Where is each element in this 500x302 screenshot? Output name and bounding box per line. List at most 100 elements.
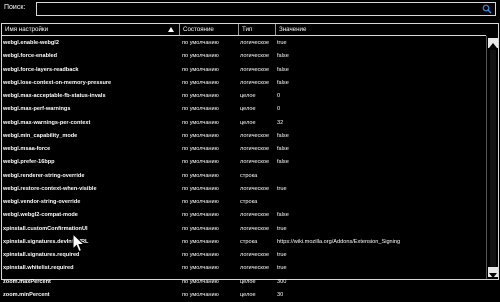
table-row[interactable]: webgl.webgl2-compat-mode по умолчанию ло…: [2, 209, 486, 222]
pref-type: целое: [240, 291, 256, 298]
pref-type: логическое: [240, 225, 270, 232]
scroll-thumb[interactable]: [490, 50, 496, 276]
table-row[interactable]: webgl.restore-context-when-visible по ум…: [2, 183, 486, 196]
table-row[interactable]: xpinstall.whitelist.required по умолчани…: [2, 262, 486, 275]
pref-state: по умолчанию: [182, 146, 219, 152]
pref-name: zoom.maxPercent: [3, 278, 51, 285]
pref-value: false: [277, 132, 289, 139]
pref-value: false: [277, 66, 289, 73]
pref-value: false: [277, 79, 289, 86]
pref-type: логическое: [240, 40, 270, 46]
scroll-up-button[interactable]: [488, 38, 498, 48]
pref-state: по умолчанию: [182, 238, 219, 245]
pref-state: по умолчанию: [182, 53, 219, 60]
pref-value: false: [277, 146, 289, 152]
table-row[interactable]: webgl.vendor-string-override по умолчани…: [2, 196, 486, 209]
table-row[interactable]: webgl.max-acceptable-fb-status-invals по…: [2, 90, 486, 103]
scroll-down-button[interactable]: [488, 267, 498, 278]
table-row[interactable]: webgl.min_capability_mode по умолчанию л…: [2, 130, 486, 143]
pref-state: по умолчанию: [182, 291, 219, 298]
pref-name: webgl.renderer-string-override: [3, 172, 85, 179]
pref-state: по умолчанию: [182, 172, 219, 179]
search-bar: Поиск:: [0, 0, 500, 20]
search-icon[interactable]: [482, 4, 492, 14]
table-row[interactable]: webgl.force-enabled по умолчанию логичес…: [2, 50, 486, 63]
column-header-type[interactable]: Тип: [238, 24, 275, 35]
pref-name: webgl.max-perf-warnings: [3, 106, 71, 113]
pref-value: false: [277, 53, 289, 60]
column-header-type-label: Тип: [242, 26, 253, 33]
pref-state: по умолчанию: [182, 252, 219, 258]
pref-state: по умолчанию: [182, 132, 219, 139]
pref-value: 300: [277, 278, 287, 285]
table-row[interactable]: webgl.prefer-16bpp по умолчанию логическ…: [2, 156, 486, 169]
pref-type: логическое: [240, 146, 270, 152]
pref-type: строка: [240, 199, 258, 205]
pref-value: [277, 196, 482, 209]
table-row[interactable]: webgl.enable-webgl2 по умолчанию логичес…: [2, 37, 486, 50]
pref-type: логическое: [240, 212, 270, 219]
pref-name: xpinstall.customConfirmationUI: [3, 225, 88, 232]
pref-name: webgl.enable-webgl2: [3, 40, 59, 46]
pref-state: по умолчанию: [182, 79, 219, 86]
pref-state: по умолчанию: [182, 119, 219, 126]
column-header-state[interactable]: Состояние: [179, 24, 238, 35]
table-row[interactable]: webgl.force-layers-readback по умолчанию…: [2, 64, 486, 77]
pref-type: логическое: [240, 66, 270, 73]
pref-type: целое: [240, 106, 256, 113]
column-header-value[interactable]: Значение: [275, 24, 486, 35]
search-box[interactable]: [36, 2, 496, 16]
table-row[interactable]: webgl.renderer-string-override по умолча…: [2, 170, 486, 183]
pref-value: true: [277, 40, 287, 46]
pref-state: по умолчанию: [182, 212, 219, 219]
pref-type: логическое: [240, 159, 270, 166]
pref-name: xpinstall.signatures.devInfoURL: [3, 238, 89, 245]
pref-state: по умолчанию: [182, 278, 219, 285]
pref-type: целое: [240, 278, 256, 285]
pref-type: целое: [240, 119, 256, 126]
table-row[interactable]: webgl.max-warnings-per-context по умолча…: [2, 117, 486, 130]
table-row[interactable]: webgl.max-perf-warnings по умолчанию цел…: [2, 103, 486, 116]
table-row[interactable]: zoom.minPercent по умолчанию целое 30: [2, 289, 486, 302]
pref-value: 0: [277, 93, 281, 99]
pref-name: xpinstall.whitelist.required: [3, 265, 74, 272]
pref-name: webgl.prefer-16bpp: [3, 159, 55, 166]
pref-state: по умолчанию: [182, 225, 219, 232]
table-row[interactable]: webgl.lose-context-on-memory-pressure по…: [2, 77, 486, 90]
table-header: Имя настройки Состояние Тип Значение: [2, 24, 486, 36]
pref-state: по умолчанию: [182, 93, 219, 99]
pref-value: 30: [277, 291, 284, 298]
sort-ascending-icon[interactable]: [168, 27, 174, 32]
pref-type: целое: [240, 93, 256, 99]
pref-type: логическое: [240, 53, 270, 60]
column-header-value-label: Значение: [279, 26, 307, 33]
pref-state: по умолчанию: [182, 159, 219, 166]
column-header-state-label: Состояние: [183, 26, 214, 33]
pref-name: webgl.min_capability_mode: [3, 132, 78, 139]
pref-state: по умолчанию: [182, 185, 219, 192]
pref-name: xpinstall.signatures.required: [3, 252, 80, 258]
pref-value: true: [277, 185, 287, 192]
column-header-name[interactable]: Имя настройки: [2, 24, 179, 35]
chevron-down-icon: [489, 273, 497, 278]
table-body: webgl.enable-webgl2 по умолчанию логичес…: [2, 37, 486, 302]
pref-type: логическое: [240, 185, 270, 192]
pref-name: zoom.minPercent: [3, 291, 50, 298]
table-row[interactable]: zoom.maxPercent по умолчанию целое 300: [2, 276, 486, 289]
pref-name: webgl.vendor-string-override: [3, 199, 81, 205]
pref-type: логическое: [240, 252, 270, 258]
column-header-name-label: Имя настройки: [5, 26, 49, 33]
pref-value: true: [277, 265, 287, 272]
pref-name: webgl.force-layers-readback: [3, 66, 79, 73]
pref-state: по умолчанию: [182, 265, 219, 272]
pref-type: логическое: [240, 265, 270, 272]
vertical-scrollbar[interactable]: [486, 36, 498, 279]
pref-name: webgl.max-warnings-per-context: [3, 119, 91, 126]
pref-state: по умолчанию: [182, 106, 219, 113]
search-input[interactable]: [39, 4, 479, 14]
table-row[interactable]: webgl.msaa-force по умолчанию логическое…: [2, 143, 486, 156]
pref-type: логическое: [240, 132, 270, 139]
pref-name: webgl.restore-context-when-visible: [3, 185, 97, 192]
mouse-pointer-icon: [72, 233, 86, 253]
pref-name: webgl.webgl2-compat-mode: [3, 212, 78, 219]
